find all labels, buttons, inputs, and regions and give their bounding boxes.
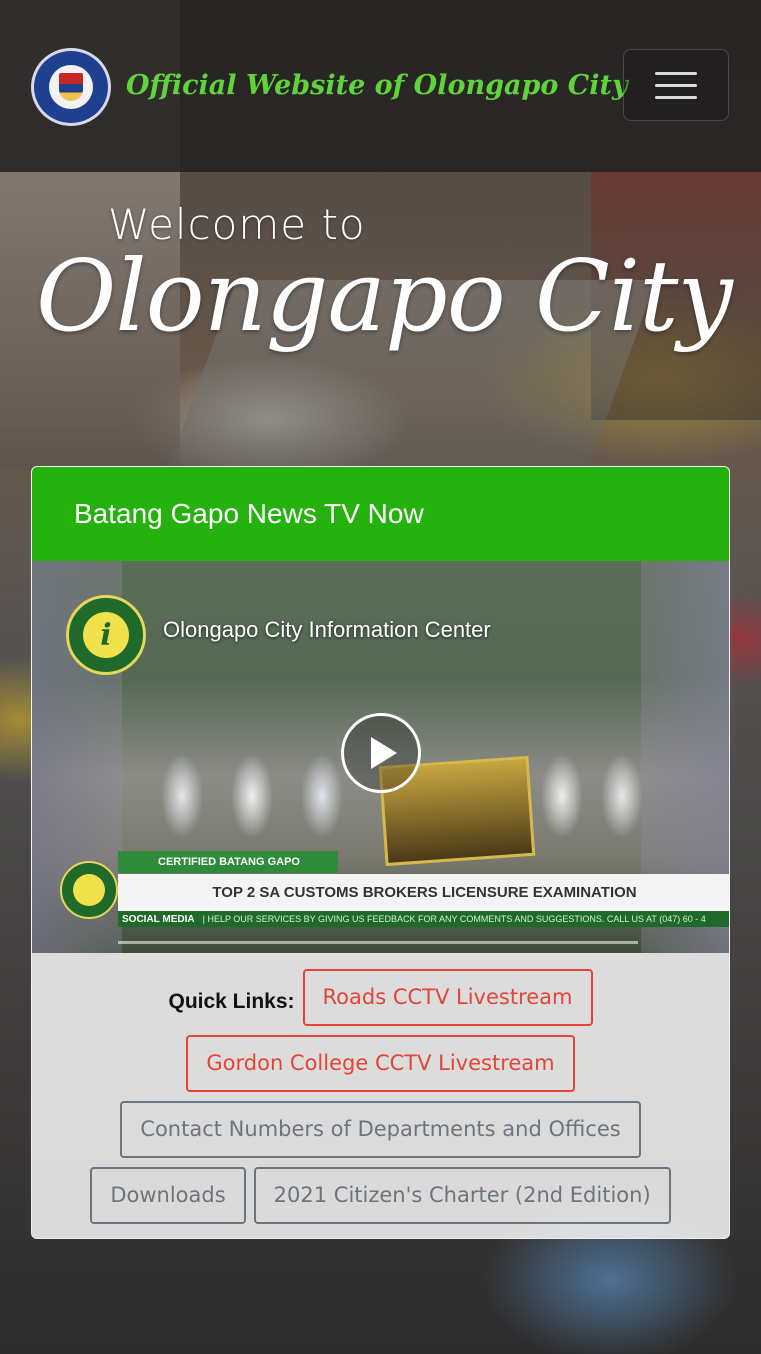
- hamburger-line-icon: [655, 83, 697, 87]
- roads-cctv-button[interactable]: Roads CCTV Livestream: [302, 969, 593, 1026]
- lower-third-logo-icon: [60, 861, 118, 919]
- channel-logo-icon[interactable]: i: [66, 595, 146, 675]
- hamburger-menu-button[interactable]: [623, 49, 729, 121]
- site-title-link[interactable]: Official Website of Olongapo City: [126, 70, 628, 101]
- contact-numbers-button[interactable]: Contact Numbers of Departments and Offic…: [120, 1101, 641, 1158]
- video-progress-line: [118, 941, 638, 944]
- news-card: Batang Gapo News TV Now i Olongapo City …: [31, 466, 730, 1239]
- quick-links-row-1: Quick Links: Roads CCTV Livestream: [168, 969, 593, 1026]
- navbar: Official Website of Olongapo City: [0, 0, 761, 172]
- news-card-title: Batang Gapo News TV Now: [74, 498, 424, 529]
- downloads-button[interactable]: Downloads: [90, 1167, 246, 1224]
- citizens-charter-button[interactable]: 2021 Citizen's Charter (2nd Edition): [253, 1167, 671, 1224]
- video-ticker: SOCIAL MEDIA | HELP OUR SERVICES BY GIVI…: [118, 911, 729, 927]
- quick-links-row-4: Downloads 2021 Citizen's Charter (2nd Ed…: [90, 1167, 671, 1224]
- video-player[interactable]: i Olongapo City Information Center CERTI…: [32, 561, 729, 953]
- ticker-text: | HELP OUR SERVICES BY GIVING US FEEDBAC…: [202, 914, 706, 924]
- hero-city-name: Olongapo City: [36, 240, 733, 354]
- info-i-icon: i: [83, 612, 129, 658]
- play-icon: [371, 737, 397, 769]
- quick-links: Quick Links: Roads CCTV Livestream Gordo…: [32, 953, 729, 1224]
- video-headline-bar: TOP 2 SA CUSTOMS BROKERS LICENSURE EXAMI…: [118, 874, 729, 911]
- play-button[interactable]: [341, 713, 421, 793]
- seal-inner: [49, 65, 93, 109]
- hamburger-line-icon: [655, 71, 697, 75]
- certified-tag: CERTIFIED BATANG GAPO: [118, 851, 338, 873]
- gordon-college-cctv-button[interactable]: Gordon College CCTV Livestream: [186, 1035, 575, 1092]
- channel-name[interactable]: Olongapo City Information Center: [163, 617, 491, 643]
- city-seal-icon[interactable]: [31, 48, 111, 126]
- ticker-label: SOCIAL MEDIA: [122, 913, 195, 925]
- seal-shield-icon: [59, 73, 83, 101]
- hamburger-line-icon: [655, 95, 697, 99]
- video-headline: TOP 2 SA CUSTOMS BROKERS LICENSURE EXAMI…: [212, 884, 637, 901]
- news-card-header: Batang Gapo News TV Now: [32, 467, 729, 561]
- quick-links-label: Quick Links:: [168, 989, 295, 1013]
- quick-links-row-3: Contact Numbers of Departments and Offic…: [120, 1101, 641, 1158]
- quick-links-row-2: Gordon College CCTV Livestream: [186, 1035, 575, 1092]
